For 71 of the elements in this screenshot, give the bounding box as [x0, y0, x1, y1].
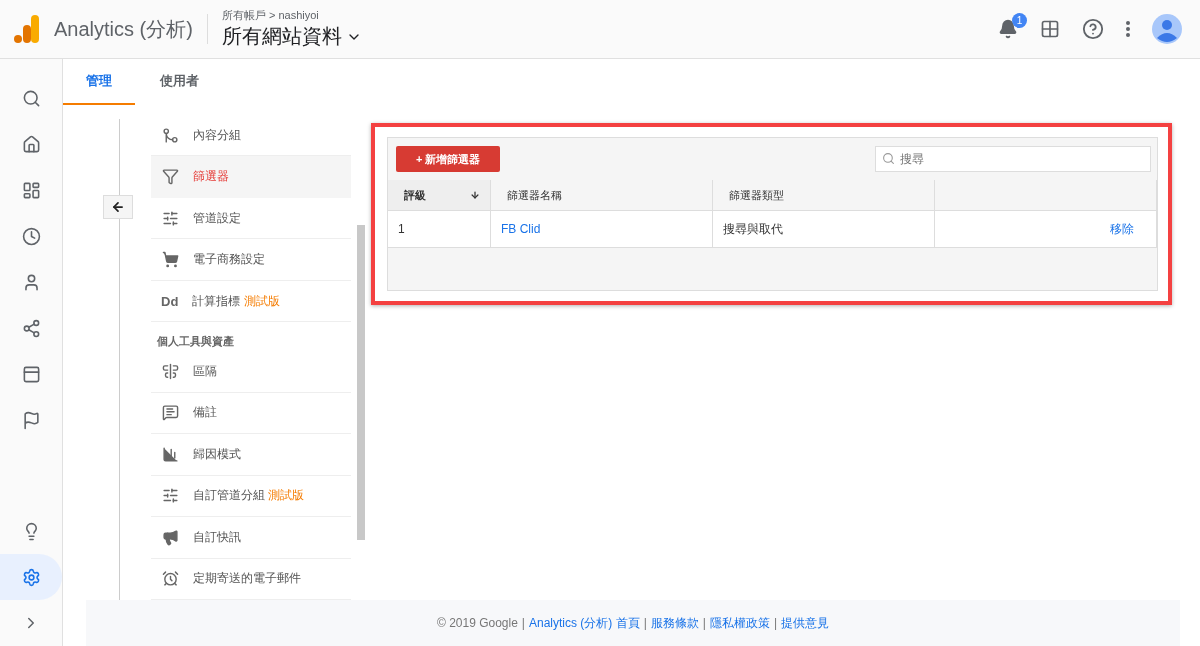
comment-icon: [161, 404, 179, 422]
help-button[interactable]: [1082, 18, 1104, 40]
apps-icon: [1040, 19, 1060, 39]
help-icon: [1082, 18, 1104, 40]
menu-item[interactable]: 篩選器: [151, 156, 351, 198]
menu-item[interactable]: 自訂管道分組 測試版: [151, 475, 351, 518]
menu-item[interactable]: 歸因模式: [151, 434, 351, 476]
menu-label: 定期寄送的電子郵件: [193, 570, 301, 588]
logo-icon: [14, 15, 40, 43]
menu-item[interactable]: 自訂快訊: [151, 517, 351, 559]
separator: |: [643, 616, 647, 630]
remove-link[interactable]: 移除: [1110, 220, 1134, 238]
alarm-clock-icon: [161, 570, 179, 588]
table-cell: 搜尋與取代: [713, 211, 935, 247]
footer-link[interactable]: 提供意見: [781, 614, 830, 632]
footer-link[interactable]: 服務條款: [650, 614, 699, 632]
menu-item[interactable]: 管道設定: [151, 197, 351, 240]
columns-icon: [161, 363, 179, 380]
menu-label: 內容分組: [193, 126, 241, 144]
menu-label: 自訂快訊: [193, 528, 241, 546]
separator: |: [521, 616, 525, 630]
account-breadcrumb[interactable]: 所有帳戶 > nashiyoi: [221, 8, 362, 23]
footer-link[interactable]: Analytics (分析) 首頁: [529, 614, 640, 632]
menu-label: 電子商務設定: [193, 251, 265, 269]
bar-chart-icon: [161, 445, 179, 463]
footer-link[interactable]: 隱私權政策: [709, 614, 770, 632]
back-button[interactable]: [103, 195, 133, 219]
tab[interactable]: 管理: [63, 59, 135, 105]
merge-icon: [161, 126, 179, 144]
cart-icon: [161, 251, 179, 269]
copyright: © 2019 Google: [436, 616, 518, 630]
table-cell: 1: [388, 211, 491, 247]
filter-icon: [161, 168, 179, 186]
apps-button[interactable]: [1040, 19, 1060, 39]
menu-label: 計算指標 測試版: [192, 292, 280, 310]
menu-label: 區隔: [193, 363, 217, 380]
notifications-button[interactable]: [998, 19, 1018, 39]
menu-label: 歸因模式: [193, 445, 241, 463]
menu-item[interactable]: Dd 計算指標 測試版: [151, 280, 351, 323]
menu-item[interactable]: 區隔: [151, 351, 351, 393]
notification-count: 1: [1012, 13, 1027, 28]
menu-item[interactable]: 定期寄送的電子郵件: [151, 558, 351, 600]
separator: |: [773, 616, 778, 630]
more-icon: [1126, 21, 1130, 37]
column-header[interactable]: 評級: [388, 180, 491, 211]
separator: |: [702, 616, 706, 630]
column-header[interactable]: 篩選器類型: [713, 180, 935, 211]
column-header[interactable]: 篩選器名稱: [491, 180, 713, 211]
megaphone-icon: [161, 528, 179, 546]
menu-label: 備註: [193, 404, 217, 422]
menu-item-icon: Dd: [161, 293, 179, 309]
view-selector[interactable]: 所有網站資料: [221, 23, 362, 50]
menu-item[interactable]: 電子商務設定: [151, 239, 351, 281]
search-field[interactable]: 搜尋: [875, 146, 1151, 172]
menu-label: 管道設定: [193, 209, 241, 227]
menu-label: 自訂管道分組 測試版: [193, 487, 305, 505]
filter-name-link[interactable]: FB Clid: [501, 222, 541, 236]
more-button[interactable]: [1126, 21, 1130, 37]
tab[interactable]: 使用者: [135, 59, 223, 105]
add-filter-button[interactable]: + 新增篩選器: [396, 146, 501, 172]
avatar-icon[interactable]: [1152, 14, 1182, 44]
menu-label: 篩選器: [193, 168, 229, 186]
sliders-icon: [161, 209, 179, 227]
bell-icon: [998, 19, 1018, 39]
section-heading: 個人工具與資產: [156, 334, 235, 350]
product-name: Analytics (分析): [54, 16, 193, 42]
scrollbar[interactable]: [357, 225, 365, 540]
sort-icon: [470, 190, 480, 200]
settings-icon[interactable]: [0, 554, 62, 600]
sliders-icon: [161, 487, 179, 505]
menu-item[interactable]: 備註: [151, 392, 351, 435]
